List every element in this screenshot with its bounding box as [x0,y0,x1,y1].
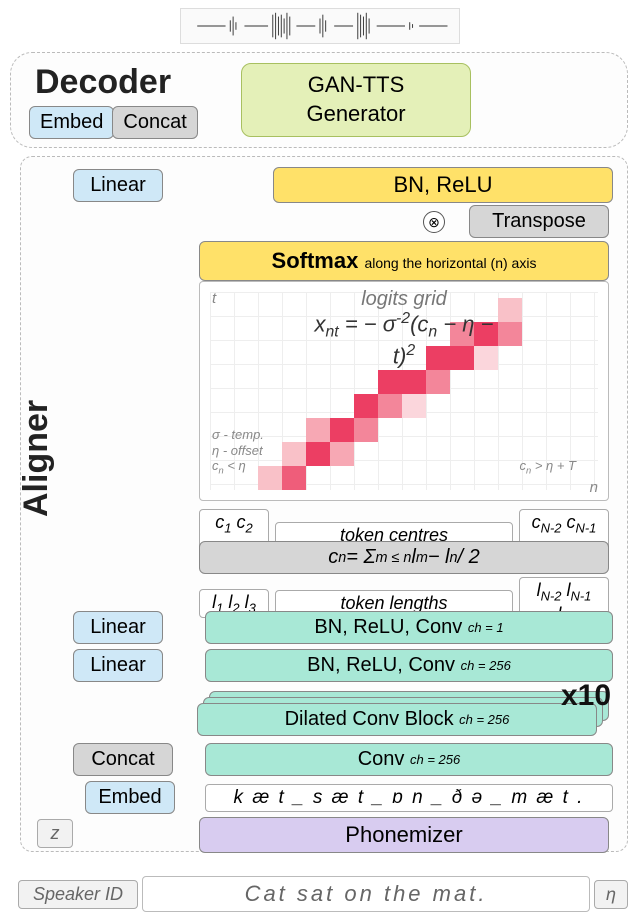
decoder-container: Decoder GAN-TTS Generator Embed Concat [10,52,628,148]
phoneme-row: k æ t _ s æ t _ ɒ n _ ð ə _ m æ t . [205,784,613,812]
ch-256b: ch = 256 [459,712,509,727]
n-axis-label: n [590,479,598,496]
aligner-container: Aligner Linear BN, ReLU ⊗ Transpose Soft… [20,156,628,852]
dilated-label: Dilated Conv Block [285,708,454,731]
gan-tts-line2: Generator [306,100,405,129]
linear-top: Linear [73,169,163,202]
aligner-embed: Embed [85,781,175,814]
sigma-note: σ - temp. [212,427,264,442]
gan-tts-line1: GAN-TTS [308,71,405,100]
ch-256a: ch = 256 [461,658,511,673]
bn-relu-conv-1: BN, ReLU, Conv ch = 1 [205,611,613,644]
linear-block-1: Linear [73,611,163,644]
aligner-concat: Concat [73,743,173,776]
waveform-icon [181,9,459,43]
decoder-title: Decoder [35,63,171,102]
conv-block: Conv ch = 256 [205,743,613,776]
cn-formula: cn = Σm ≤ n lm − ln / 2 [199,541,609,574]
decoder-embed-block: Embed [29,106,114,139]
waveform-output [180,8,460,44]
eta-note: η - offset [212,443,263,458]
phonemizer-block: Phonemizer [199,817,609,853]
softmax-block: Softmax along the horizontal (n) axis [199,241,609,281]
x10-label: x10 [561,679,611,713]
input-text: Cat sat on the mat. [142,876,590,912]
softmax-note: along the horizontal (n) axis [364,255,536,271]
bn-relu-block: BN, ReLU [273,167,613,203]
cn-lt: cn < η [212,458,246,476]
ch-256c: ch = 256 [410,752,460,767]
bn-relu-conv-256: BN, ReLU, Conv ch = 256 [205,649,613,682]
logits-title: logits grid [200,288,608,311]
linear-block-2: Linear [73,649,163,682]
aligner-title: Aligner [17,400,56,517]
z-input: z [37,819,73,848]
cn-gt: cn > η + T [520,458,577,476]
decoder-concat-block: Concat [112,106,197,139]
multiply-icon: ⊗ [423,211,445,233]
gan-tts-generator-block: GAN-TTS Generator [241,63,471,137]
softmax-label: Softmax [272,248,359,273]
logits-formula: xnt = − σ-2(cn − η −t)2 [200,310,608,369]
bn-relu-conv-256-label: BN, ReLU, Conv [307,654,455,677]
ch-1: ch = 1 [468,620,504,635]
bn-relu-conv-1-label: BN, ReLU, Conv [314,616,462,639]
transpose-block: Transpose [469,205,609,238]
eta-input: η [594,880,628,909]
logits-grid: t logits grid xnt = − σ-2(cn − η −t)2 σ … [199,281,609,501]
conv-label: Conv [358,748,405,771]
dilated-conv-block: Dilated Conv Block ch = 256 [197,703,597,736]
speaker-id-input: Speaker ID [18,880,138,909]
